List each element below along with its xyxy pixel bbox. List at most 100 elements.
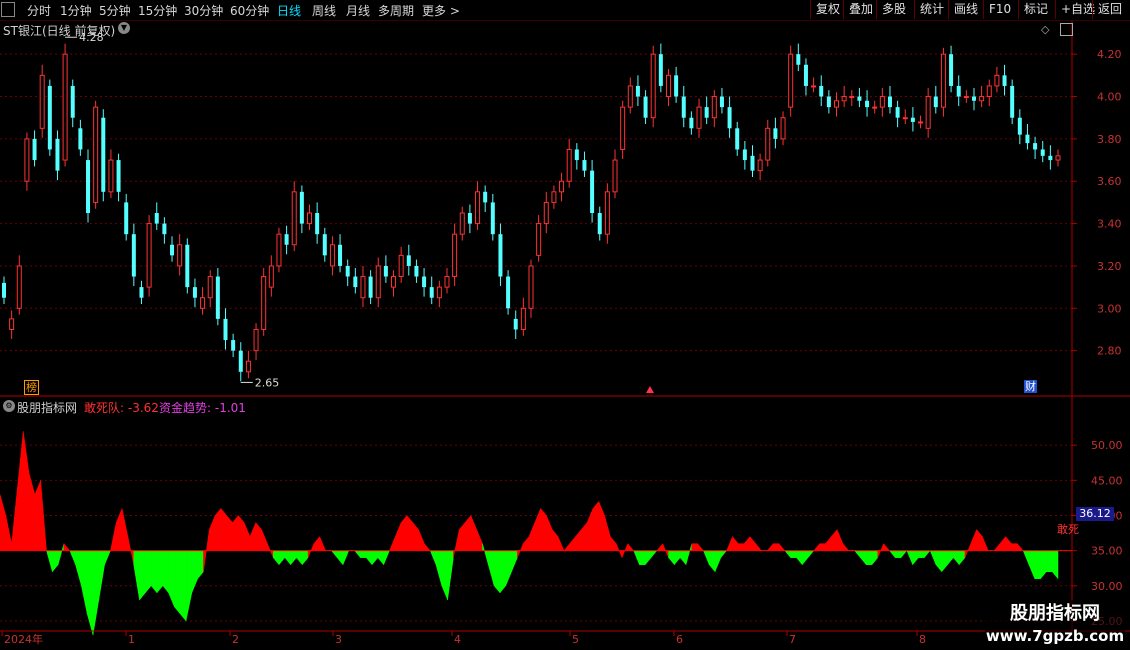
- candle-38: [291, 181, 297, 252]
- candle-23: [177, 234, 183, 276]
- toolbar-button-3[interactable]: 统计: [914, 0, 949, 19]
- period-tab-3[interactable]: 15分钟: [138, 2, 177, 19]
- candle-body-98: [750, 155, 755, 171]
- candle-body-8: [62, 53, 68, 161]
- candle-body-90: [689, 117, 694, 129]
- period-tab-9[interactable]: 多周期: [378, 2, 414, 19]
- toolbar-button-0[interactable]: 复权: [810, 0, 845, 19]
- candle-83: [635, 75, 640, 107]
- indicator-segment-144: [836, 529, 844, 551]
- diamond-icon[interactable]: ◇: [1041, 23, 1049, 36]
- window-toggle-icon[interactable]: [1060, 23, 1073, 36]
- menu-toggle-icon[interactable]: [1, 2, 15, 17]
- candle-body-44: [338, 244, 343, 266]
- indicator-segment-137: [796, 550, 803, 566]
- candle-72: [551, 185, 557, 209]
- indicator-segment-43: [249, 522, 257, 551]
- candle-body-106: [811, 85, 817, 88]
- candle-81: [620, 100, 626, 159]
- candle-body-54: [414, 265, 419, 277]
- candle-body-85: [650, 53, 656, 119]
- finance-badge[interactable]: 财: [1024, 380, 1037, 393]
- series1-value: -3.62: [127, 401, 159, 415]
- indicator-segment-58: [336, 550, 344, 566]
- toolbar-button-5[interactable]: F10: [983, 0, 1016, 19]
- gear-icon[interactable]: ⚙: [3, 400, 15, 412]
- indicator-segment-119: [691, 543, 698, 551]
- rank-badge[interactable]: 榜: [24, 380, 39, 395]
- indicator-segment-112: [650, 550, 658, 559]
- candle-26: [200, 287, 206, 315]
- indicator-segment-155: [900, 550, 908, 559]
- candle-body-59: [452, 233, 458, 278]
- indicator-segment-49: [284, 550, 291, 566]
- period-tab-2[interactable]: 5分钟: [99, 2, 131, 19]
- candle-34: [261, 268, 267, 336]
- candle-24: [185, 238, 190, 294]
- candle-71: [543, 191, 549, 234]
- period-tab-6[interactable]: 日线: [277, 2, 301, 19]
- indicator-segment-147: [854, 550, 861, 559]
- period-tab-8[interactable]: 月线: [346, 2, 370, 19]
- candle-14: [108, 149, 114, 199]
- indicator-segment-71: [412, 521, 419, 551]
- indicator-segment-120: [697, 542, 704, 551]
- indicator-segment-148: [860, 550, 867, 566]
- indicator-segment-80: [464, 514, 472, 551]
- indicator-segment-5: [28, 473, 36, 551]
- stock-title[interactable]: ST银江(日线 前复权): [3, 22, 115, 39]
- candle-107: [819, 75, 824, 107]
- candle-body-133: [1017, 117, 1022, 135]
- period-tab-1[interactable]: 1分钟: [60, 2, 92, 19]
- indicator-segment-85: [493, 550, 501, 594]
- candle-body-102: [780, 117, 786, 140]
- period-tab-5[interactable]: 60分钟: [230, 2, 269, 19]
- candle-88: [674, 66, 679, 103]
- candle-body-53: [406, 255, 411, 266]
- candle-body-115: [879, 96, 885, 108]
- candle-body-109: [834, 100, 840, 108]
- toolbar-button-6[interactable]: 标记: [1018, 0, 1053, 19]
- candle-55: [422, 268, 427, 297]
- candle-13: [101, 109, 106, 202]
- candle-body-19: [146, 223, 152, 288]
- candle-body-81: [620, 106, 626, 150]
- period-tab-0[interactable]: 分时: [27, 2, 51, 19]
- indicator-segment-36: [209, 515, 216, 551]
- candle-body-116: [887, 96, 892, 108]
- toolbar-button-4[interactable]: 画线: [948, 0, 983, 19]
- x-tick-label-7: 7: [789, 633, 796, 646]
- candle-48: [368, 270, 373, 305]
- indicator-segment-42: [243, 522, 251, 551]
- indicator-segment-165: [958, 550, 966, 566]
- candle-116: [887, 85, 892, 114]
- indicator-segment-14: [81, 550, 88, 614]
- indicator-segment-136: [790, 550, 797, 558]
- candle-131: [1002, 64, 1007, 96]
- period-tab-4[interactable]: 30分钟: [184, 2, 223, 19]
- toolbar-button-1[interactable]: 叠加: [843, 0, 878, 19]
- x-tick-label-2: 2: [232, 633, 239, 646]
- indicator-segment-143: [831, 528, 838, 551]
- indicator-segment-39: [226, 514, 233, 551]
- candle-body-65: [498, 234, 503, 277]
- period-tab-7[interactable]: 周线: [312, 2, 336, 19]
- candle-body-100: [765, 127, 771, 161]
- candle-127: [971, 88, 976, 111]
- period-tab-10[interactable]: 更多 >: [422, 2, 460, 19]
- candle-body-60: [459, 212, 465, 235]
- indicator-segment-52: [302, 550, 309, 566]
- toolbar-button-2[interactable]: 多股: [876, 0, 911, 19]
- indicator-segment-125: [726, 536, 733, 551]
- toolbar-button-8[interactable]: 返回: [1092, 0, 1127, 19]
- candle-77: [590, 160, 595, 223]
- candle-body-103: [788, 53, 794, 108]
- candle-15: [116, 153, 121, 202]
- chevron-down-icon[interactable]: ▼: [118, 22, 130, 34]
- chart-area[interactable]: 2.803.003.203.403.603.804.004.2025.0030.…: [0, 21, 1130, 649]
- indicator-title[interactable]: 股朋指标网: [17, 399, 77, 416]
- indicator-segment-109: [633, 550, 640, 565]
- candle-body-104: [796, 54, 801, 65]
- candle-8: [62, 43, 68, 167]
- indicator-segment-28: [162, 550, 169, 594]
